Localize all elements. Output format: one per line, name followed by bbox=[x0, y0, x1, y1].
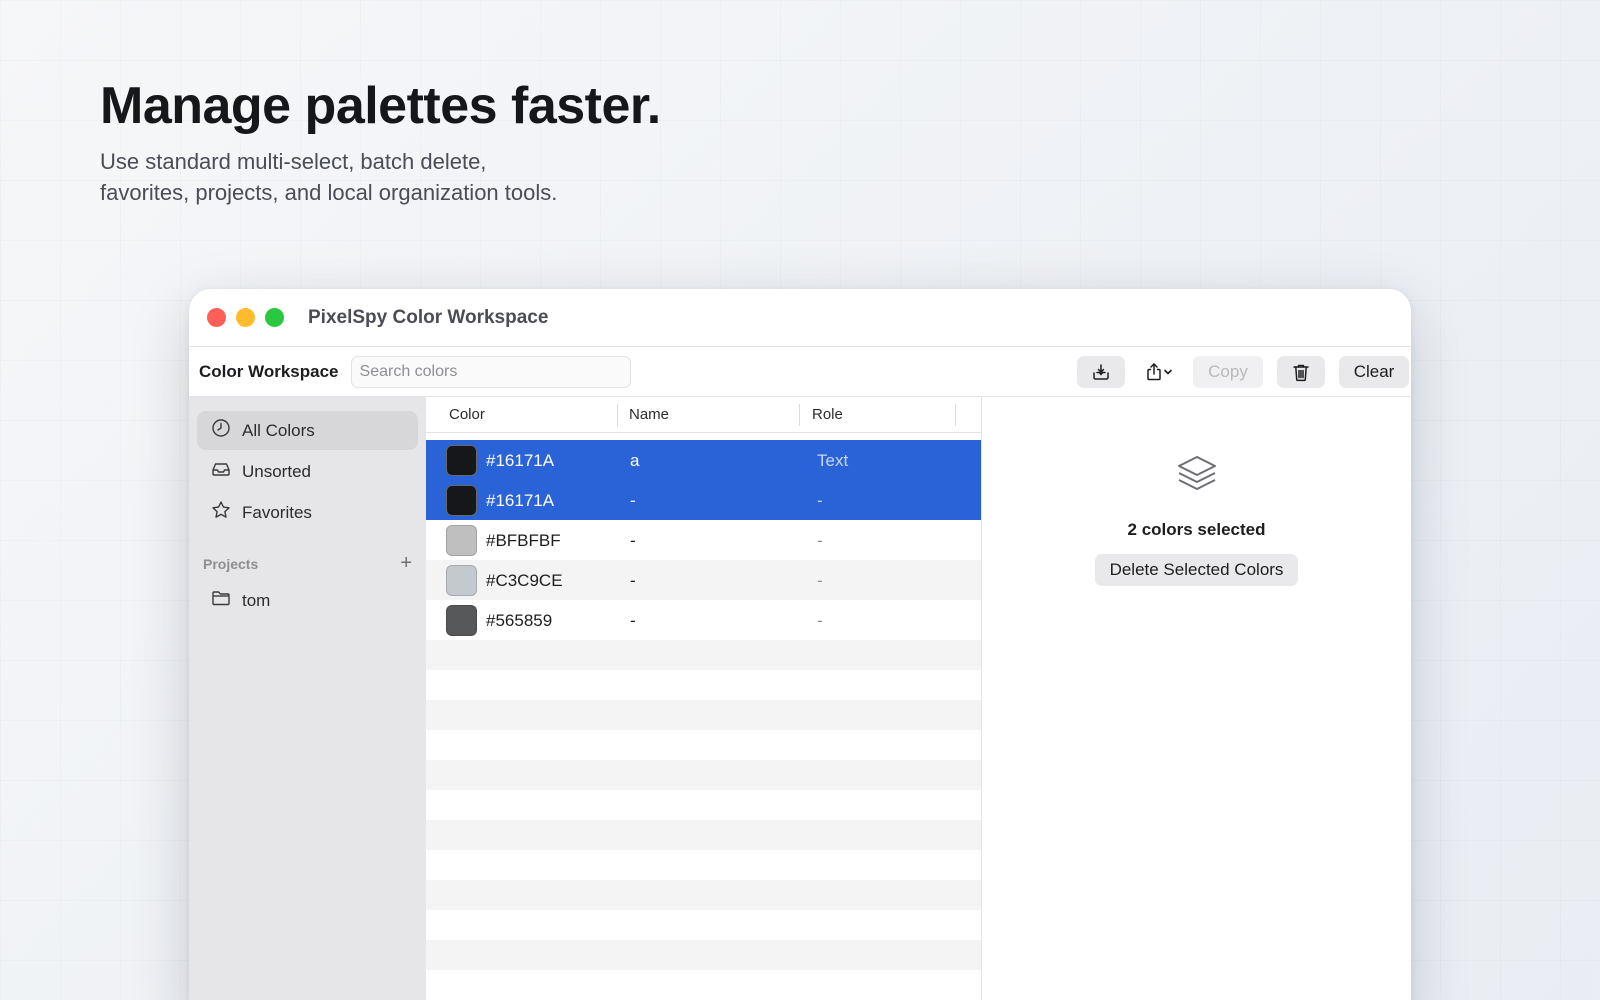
hero-subtitle-line1: Use standard multi-select, batch delete, bbox=[100, 149, 487, 174]
sidebar-item-label: tom bbox=[242, 590, 271, 610]
chevron-down-icon bbox=[1163, 368, 1173, 376]
color-swatch bbox=[446, 565, 477, 596]
toolbar: Color Workspace Search colors Copy Clear bbox=[189, 347, 1411, 397]
sidebar-item-project-tom[interactable]: tom bbox=[197, 581, 418, 620]
sidebar: All Colors Unsorted Favorites Projects +… bbox=[189, 397, 426, 1000]
color-swatch bbox=[446, 525, 477, 556]
color-name: - bbox=[630, 531, 636, 550]
color-table: Color Name Role #16171A a Text #16171A -… bbox=[426, 397, 982, 1000]
table-row[interactable]: #C3C9CE - - bbox=[426, 560, 981, 600]
copy-button[interactable]: Copy bbox=[1193, 356, 1263, 388]
column-divider[interactable] bbox=[799, 404, 800, 426]
hero-subtitle-line2: favorites, projects, and local organizat… bbox=[100, 180, 558, 205]
empty-row bbox=[426, 730, 981, 760]
empty-row bbox=[426, 970, 981, 1000]
add-project-button[interactable]: + bbox=[400, 552, 412, 575]
toolbar-title: Color Workspace bbox=[199, 361, 339, 381]
color-role: - bbox=[817, 611, 823, 630]
import-button[interactable] bbox=[1077, 356, 1125, 388]
selected-count-label: 2 colors selected bbox=[1127, 520, 1266, 539]
selection-summary: 2 colors selected Delete Selected Colors bbox=[982, 453, 1411, 586]
empty-row bbox=[426, 910, 981, 940]
hero: Manage palettes faster. Use standard mul… bbox=[100, 76, 661, 208]
inbox-icon bbox=[211, 459, 242, 484]
clear-button[interactable]: Clear bbox=[1339, 356, 1409, 388]
sidebar-item-label: All Colors bbox=[242, 420, 315, 440]
close-window-button[interactable] bbox=[207, 308, 226, 327]
minimize-window-button[interactable] bbox=[236, 308, 255, 327]
app-window: PixelSpy Color Workspace Color Workspace bbox=[189, 289, 1411, 1000]
clock-icon bbox=[211, 418, 242, 443]
color-role: - bbox=[817, 571, 823, 590]
empty-row bbox=[426, 940, 981, 970]
column-header-name[interactable]: Name bbox=[629, 406, 669, 423]
color-swatch bbox=[446, 485, 477, 516]
workspace-body: All Colors Unsorted Favorites Projects +… bbox=[189, 397, 1411, 1000]
hex-value: #16171A bbox=[486, 451, 555, 470]
table-rows: #16171A a Text #16171A - - #BFBFBF - - #… bbox=[426, 440, 981, 1000]
folder-icon bbox=[211, 589, 242, 612]
table-row[interactable]: #16171A - - bbox=[426, 480, 981, 520]
column-divider[interactable] bbox=[955, 404, 956, 426]
empty-row bbox=[426, 790, 981, 820]
layers-icon bbox=[1176, 456, 1218, 499]
trash-icon bbox=[1292, 363, 1310, 382]
table-row[interactable]: #565859 - - bbox=[426, 600, 981, 640]
column-divider[interactable] bbox=[617, 404, 618, 426]
color-name: - bbox=[630, 611, 636, 630]
empty-row bbox=[426, 850, 981, 880]
empty-row bbox=[426, 760, 981, 790]
sidebar-item-label: Favorites bbox=[242, 502, 312, 522]
table-row[interactable]: #BFBFBF - - bbox=[426, 520, 981, 560]
title-bar: PixelSpy Color Workspace bbox=[189, 289, 1411, 347]
hex-value: #C3C9CE bbox=[486, 571, 563, 590]
color-name: - bbox=[630, 491, 636, 510]
color-name: a bbox=[630, 451, 640, 470]
search-input[interactable] bbox=[350, 355, 631, 388]
empty-row bbox=[426, 640, 981, 670]
empty-row bbox=[426, 880, 981, 910]
color-role: Text bbox=[817, 451, 849, 470]
empty-row bbox=[426, 820, 981, 850]
toolbar-actions: Copy Clear bbox=[1063, 350, 1409, 394]
window-title: PixelSpy Color Workspace bbox=[308, 306, 549, 328]
sidebar-item-unsorted[interactable]: Unsorted bbox=[197, 452, 418, 491]
sidebar-item-all-colors[interactable]: All Colors bbox=[197, 411, 418, 450]
color-name: - bbox=[630, 571, 636, 590]
zoom-window-button[interactable] bbox=[265, 308, 284, 327]
sidebar-item-label: Unsorted bbox=[242, 461, 311, 481]
sidebar-item-favorites[interactable]: Favorites bbox=[197, 493, 418, 532]
empty-row bbox=[426, 700, 981, 730]
projects-header: Projects + bbox=[203, 552, 412, 575]
hero-subtitle: Use standard multi-select, batch delete,… bbox=[100, 146, 620, 208]
tray-download-icon bbox=[1092, 363, 1110, 381]
color-role: - bbox=[817, 531, 823, 550]
hex-value: #565859 bbox=[486, 611, 553, 630]
delete-selected-colors-button[interactable]: Delete Selected Colors bbox=[1094, 554, 1299, 586]
empty-row bbox=[426, 670, 981, 700]
hex-value: #BFBFBF bbox=[486, 531, 561, 550]
share-menu-button[interactable] bbox=[1139, 356, 1179, 388]
delete-button[interactable] bbox=[1277, 356, 1325, 388]
hero-title: Manage palettes faster. bbox=[100, 77, 661, 135]
projects-header-label: Projects bbox=[203, 555, 259, 572]
share-icon bbox=[1145, 362, 1163, 382]
hex-value: #16171A bbox=[486, 491, 555, 510]
table-row[interactable]: #16171A a Text bbox=[426, 440, 981, 480]
color-role: - bbox=[817, 491, 823, 510]
color-swatch bbox=[446, 445, 477, 476]
column-header-role[interactable]: Role bbox=[812, 406, 843, 423]
star-icon bbox=[211, 500, 242, 525]
detail-panel: 2 colors selected Delete Selected Colors bbox=[982, 397, 1411, 1000]
table-header: Color Name Role bbox=[426, 397, 981, 433]
color-swatch bbox=[446, 605, 477, 636]
column-header-color[interactable]: Color bbox=[449, 406, 485, 423]
